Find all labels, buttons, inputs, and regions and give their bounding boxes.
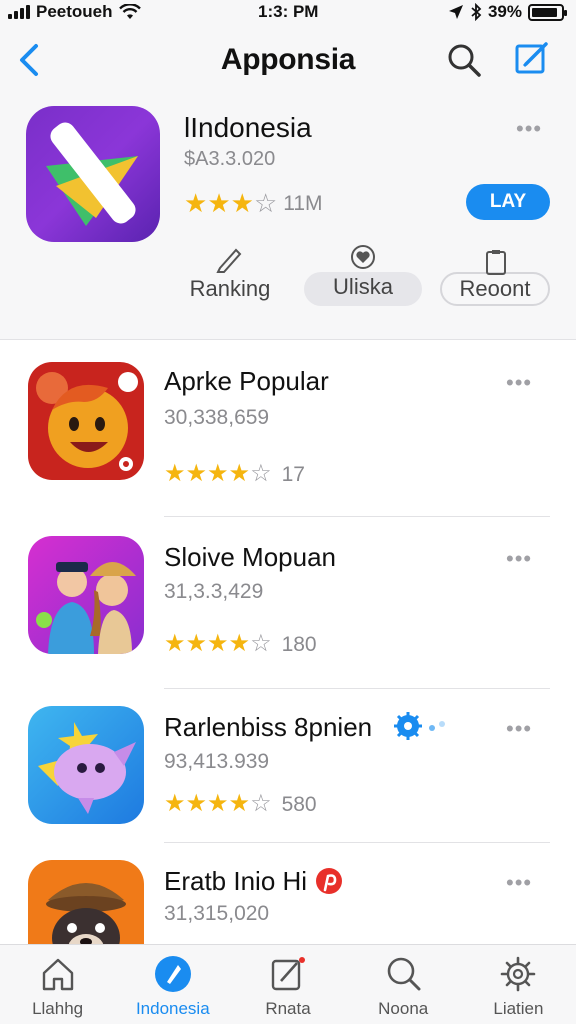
search-icon: [387, 957, 421, 991]
segment-label: Ranking: [189, 276, 271, 301]
star-icon: ★: [228, 790, 251, 817]
app-title: Rarlenbiss 8pnien: [164, 712, 373, 742]
wifi-icon: [118, 4, 141, 19]
tab-settings[interactable]: Liatien: [461, 945, 576, 1024]
app-icon[interactable]: [28, 536, 144, 654]
back-chevron-icon[interactable]: [14, 42, 44, 78]
battery-percent: 39%: [487, 2, 522, 21]
star-outline-icon: ☆: [250, 790, 272, 817]
more-icon[interactable]: •••: [506, 870, 532, 896]
star-icon: ★: [207, 630, 229, 657]
more-icon[interactable]: •••: [516, 116, 542, 142]
app-icon[interactable]: [28, 706, 144, 824]
segment-control: Ranking Uliska Reoont: [180, 244, 560, 306]
featured-app-title: lIndonesia: [184, 112, 312, 143]
star-outline-icon: ☆: [250, 460, 272, 487]
nav-bar: Apponsia: [0, 24, 576, 96]
tab-search[interactable]: Noona: [346, 945, 461, 1024]
page-title: Apponsia: [220, 43, 356, 76]
carrier-label: Peetoueh: [36, 2, 113, 21]
bluetooth-icon: [471, 3, 482, 21]
segment-label: Reoont: [459, 276, 531, 301]
app-rating-count: 580: [281, 792, 317, 816]
segment-uliska[interactable]: Uliska: [304, 245, 422, 306]
app-rating-count: 17: [281, 462, 305, 486]
tab-home[interactable]: Llahhg: [0, 945, 115, 1024]
star-icon: ★: [185, 460, 208, 487]
clipboard-icon: [486, 250, 506, 275]
divider: [164, 688, 550, 689]
star-icon: ★: [230, 188, 254, 218]
star-icon: ★: [164, 630, 186, 657]
star-icon: ★: [228, 460, 251, 487]
segment-label: Uliska: [333, 274, 393, 299]
verified-gear-icon: [394, 712, 445, 740]
featured-app-rating: ★ ★ ★ ☆ 11M: [184, 190, 323, 216]
list-item[interactable]: Sloive Mopuan 31,3.3,429 ★ ★ ★ ★ ☆ 180 •…: [0, 518, 576, 689]
app-subtitle: 31,315,020: [164, 902, 270, 925]
app-title: Sloive Mopuan: [164, 542, 336, 572]
star-icon: ★: [207, 460, 229, 487]
edit-icon: [271, 957, 305, 991]
status-left: Peetoueh: [8, 2, 141, 22]
tab-indonesia[interactable]: Indonesia: [115, 945, 230, 1024]
app-subtitle: 30,338,659: [164, 406, 270, 429]
search-icon[interactable]: [444, 40, 484, 80]
app-subtitle: 31,3.3,429: [164, 580, 264, 603]
more-icon[interactable]: •••: [506, 370, 532, 396]
featured-app-icon[interactable]: [26, 106, 160, 242]
segment-ranking[interactable]: Ranking: [180, 244, 280, 306]
tab-bar: Llahhg Indonesia Rnata Noona Liatien: [0, 944, 576, 1024]
compass-icon: [154, 956, 191, 992]
segment-recent[interactable]: Reoont: [440, 250, 550, 306]
divider: [164, 842, 550, 843]
star-icon: ★: [207, 790, 229, 817]
status-right: 39%: [448, 2, 567, 22]
get-button[interactable]: LAY: [466, 184, 550, 220]
divider: [164, 516, 550, 517]
tab-label: Llahhg: [32, 999, 84, 1018]
tab-label: Liatien: [493, 999, 544, 1018]
app-title: Eratb Inio Hi: [164, 866, 308, 896]
featured-app-price: $A3.3.020: [184, 148, 276, 170]
app-rating: ★ ★ ★ ★ ☆ 580: [164, 792, 317, 816]
star-icon: ★: [164, 460, 186, 487]
clock: 1:3: PM: [258, 2, 319, 21]
compose-icon[interactable]: [512, 38, 552, 78]
app-rating: ★ ★ ★ ★ ☆ 17: [164, 462, 305, 486]
list-item[interactable]: Rarlenbiss 8pnien 93,413.939 ★ ★ ★ ★ ☆ 5…: [0, 690, 576, 843]
star-outline-icon: ☆: [250, 630, 272, 657]
tab-label: Rnata: [265, 999, 311, 1018]
list-item[interactable]: Eratb Inio Hi 31,315,020 •••: [0, 844, 576, 978]
pencil-icon: [216, 248, 242, 273]
list-item[interactable]: Aprke Popular 30,338,659 ★ ★ ★ ★ ☆ 17 ••…: [0, 340, 576, 517]
featured-app-count: 11M: [283, 191, 323, 215]
app-rating-count: 180: [281, 632, 317, 656]
gear-icon: [501, 956, 536, 992]
signal-icon: [8, 5, 30, 19]
star-icon: ★: [185, 790, 208, 817]
more-icon[interactable]: •••: [506, 716, 532, 742]
tab-label: Noona: [378, 999, 429, 1018]
star-icon: ★: [184, 188, 208, 218]
tab-label: Indonesia: [135, 999, 210, 1018]
star-icon: ★: [228, 630, 251, 657]
status-bar: Peetoueh 1:3: PM 39%: [0, 0, 576, 24]
battery-icon: [528, 3, 567, 21]
more-icon[interactable]: •••: [506, 546, 532, 572]
location-icon: [448, 5, 463, 19]
star-icon: ★: [185, 630, 208, 657]
heart-badge-icon: [351, 245, 375, 269]
pinterest-badge-icon: [316, 868, 342, 894]
featured-app-card: lIndonesia $A3.3.020 ★ ★ ★ ☆ 11M ••• LAY…: [0, 96, 576, 340]
app-subtitle: 93,413.939: [164, 750, 270, 773]
star-icon: ★: [164, 790, 186, 817]
home-icon: [42, 958, 73, 991]
app-title: Aprke Popular: [164, 366, 329, 396]
star-icon: ★: [207, 188, 231, 218]
app-icon[interactable]: [28, 362, 144, 480]
star-outline-icon: ☆: [253, 188, 278, 218]
app-rating: ★ ★ ★ ★ ☆ 180: [164, 632, 317, 656]
tab-rnata[interactable]: Rnata: [230, 945, 345, 1024]
